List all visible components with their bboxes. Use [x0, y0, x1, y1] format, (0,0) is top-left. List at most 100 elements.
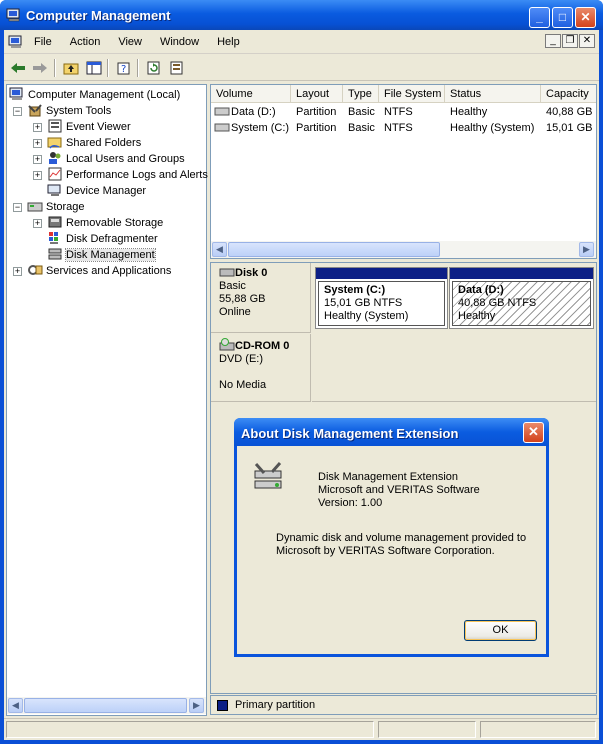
- column-capacity[interactable]: Capacity: [541, 85, 596, 103]
- dialog-title-bar[interactable]: About Disk Management Extension ✕: [234, 418, 549, 446]
- partition-data-d[interactable]: Data (D:) 40,88 GB NTFS Healthy: [449, 267, 594, 329]
- toolbar: ?: [4, 55, 599, 81]
- disk-0-label[interactable]: Disk 0 Basic 55,88 GB Online: [211, 263, 311, 333]
- partition-body: System (C:) 15,01 GB NTFS Healthy (Syste…: [318, 281, 445, 326]
- tree-label: Performance Logs and Alerts: [66, 169, 208, 181]
- forward-arrow-icon[interactable]: [30, 59, 50, 77]
- partition-header: [450, 268, 593, 279]
- description-line: Dynamic disk and volume management provi…: [276, 532, 527, 544]
- cdrom-volume-area: [312, 334, 596, 402]
- help-icon[interactable]: ?: [114, 59, 134, 77]
- menu-window[interactable]: Window: [156, 36, 207, 48]
- system-menu-icon[interactable]: [8, 35, 24, 49]
- status-bar: [4, 718, 599, 738]
- cell-type: Basic: [348, 122, 375, 134]
- tree-item-computer-management[interactable]: Computer Management (Local): [9, 87, 180, 103]
- tree-label: Disk Management: [65, 248, 156, 262]
- scroll-right-arrow-icon[interactable]: ▶: [579, 242, 594, 257]
- properties-icon[interactable]: [167, 59, 187, 77]
- hard-disk-icon: [219, 268, 235, 277]
- partition-status: Healthy (System): [324, 310, 409, 322]
- maximize-button[interactable]: □: [552, 7, 573, 28]
- partition-header: [316, 268, 447, 279]
- storage-icon: [27, 202, 43, 212]
- expand-toggle[interactable]: +: [13, 267, 22, 276]
- show-hide-tree-icon[interactable]: [84, 59, 104, 77]
- svg-text:?: ?: [121, 64, 126, 75]
- close-button[interactable]: ✕: [575, 7, 596, 28]
- menu-action[interactable]: Action: [66, 36, 109, 48]
- dialog-close-button[interactable]: ✕: [523, 422, 544, 443]
- volume-list[interactable]: Volume Layout Type File System Status Ca…: [210, 84, 597, 259]
- ok-button[interactable]: OK: [464, 620, 537, 641]
- cell-type: Basic: [348, 106, 375, 118]
- expand-toggle[interactable]: +: [33, 155, 42, 164]
- menu-view[interactable]: View: [114, 36, 150, 48]
- tree-item-system-tools[interactable]: System Tools: [27, 103, 111, 119]
- menu-file[interactable]: File: [30, 36, 60, 48]
- column-status[interactable]: Status: [445, 85, 541, 103]
- column-file-system[interactable]: File System: [379, 85, 445, 103]
- tree-item-disk-defragmenter[interactable]: Disk Defragmenter: [47, 231, 158, 247]
- mdi-close-button[interactable]: ✕: [579, 34, 595, 48]
- about-dialog: About Disk Management Extension ✕ Disk M…: [234, 418, 549, 657]
- tree-item-device-manager[interactable]: Device Manager: [47, 183, 146, 199]
- dialog-body: Disk Management Extension Microsoft and …: [237, 446, 546, 654]
- tree-label: Shared Folders: [66, 137, 142, 149]
- console-tree[interactable]: Computer Management (Local) − System Too…: [6, 84, 208, 716]
- expand-toggle[interactable]: +: [33, 123, 42, 132]
- disk-state: Online: [219, 306, 251, 318]
- collapse-toggle[interactable]: −: [13, 107, 22, 116]
- status-pane: [378, 721, 476, 738]
- minimize-button[interactable]: _: [529, 7, 550, 28]
- tree-item-shared-folders[interactable]: Shared Folders: [47, 135, 141, 151]
- scroll-right-arrow-icon[interactable]: ▶: [189, 698, 204, 713]
- dialog-product-info: Disk Management Extension Microsoft and …: [318, 471, 480, 510]
- tree-item-removable-storage[interactable]: Removable Storage: [47, 215, 163, 231]
- table-row[interactable]: Data (D:) Partition Basic NTFS Healthy 4…: [211, 104, 596, 120]
- list-horizontal-scrollbar[interactable]: ◀ ▶: [211, 241, 596, 258]
- disk-name: Disk 0: [235, 267, 268, 279]
- back-arrow-icon[interactable]: [8, 59, 28, 77]
- tree-item-storage[interactable]: Storage: [27, 199, 85, 215]
- scroll-left-arrow-icon[interactable]: ◀: [212, 242, 227, 257]
- menu-items: File Action View Window Help: [30, 36, 254, 48]
- scroll-thumb[interactable]: [24, 698, 187, 713]
- expand-toggle[interactable]: +: [33, 139, 42, 148]
- device-manager-icon: [47, 184, 61, 196]
- window-title: Computer Management: [26, 8, 171, 23]
- removable-storage-icon: [48, 216, 62, 228]
- cell-volume: System (C:): [231, 122, 290, 134]
- defragmenter-icon: [49, 232, 58, 244]
- title-bar[interactable]: Computer Management _ □ ✕: [0, 0, 603, 30]
- collapse-toggle[interactable]: −: [13, 203, 22, 212]
- column-layout[interactable]: Layout: [291, 85, 343, 103]
- tree-item-event-viewer[interactable]: Event Viewer: [47, 119, 131, 135]
- up-folder-icon[interactable]: [61, 59, 81, 77]
- legend-label: Primary partition: [235, 699, 316, 711]
- column-type[interactable]: Type: [343, 85, 379, 103]
- tree-horizontal-scrollbar[interactable]: ◀ ▶: [7, 697, 206, 714]
- refresh-icon[interactable]: [144, 59, 164, 77]
- mdi-restore-button[interactable]: ❐: [562, 34, 578, 48]
- event-viewer-icon: [48, 119, 62, 133]
- scroll-thumb[interactable]: [228, 242, 440, 257]
- cdrom-0-label[interactable]: CD-ROM 0 DVD (E:) No Media: [211, 334, 311, 402]
- column-volume[interactable]: Volume: [211, 85, 291, 103]
- description-line: Microsoft by VERITAS Software Corporatio…: [276, 545, 495, 557]
- tree-item-local-users-groups[interactable]: Local Users and Groups: [47, 151, 185, 167]
- menu-help[interactable]: Help: [213, 36, 248, 48]
- primary-partition-swatch: [217, 700, 228, 711]
- mdi-minimize-button[interactable]: _: [545, 34, 561, 48]
- tree-item-services-applications[interactable]: Services and Applications: [27, 263, 171, 279]
- partition-system-c[interactable]: System (C:) 15,01 GB NTFS Healthy (Syste…: [315, 267, 448, 329]
- status-pane: [480, 721, 596, 738]
- tree-item-disk-management[interactable]: Disk Management: [47, 247, 156, 263]
- dialog-description: Dynamic disk and volume management provi…: [276, 532, 526, 558]
- expand-toggle[interactable]: +: [33, 171, 42, 180]
- scroll-left-arrow-icon[interactable]: ◀: [8, 698, 23, 713]
- table-row[interactable]: System (C:) Partition Basic NTFS Healthy…: [211, 120, 596, 136]
- tree-label: System Tools: [46, 105, 112, 117]
- expand-toggle[interactable]: +: [33, 219, 42, 228]
- tree-item-performance-logs[interactable]: Performance Logs and Alerts: [47, 167, 208, 183]
